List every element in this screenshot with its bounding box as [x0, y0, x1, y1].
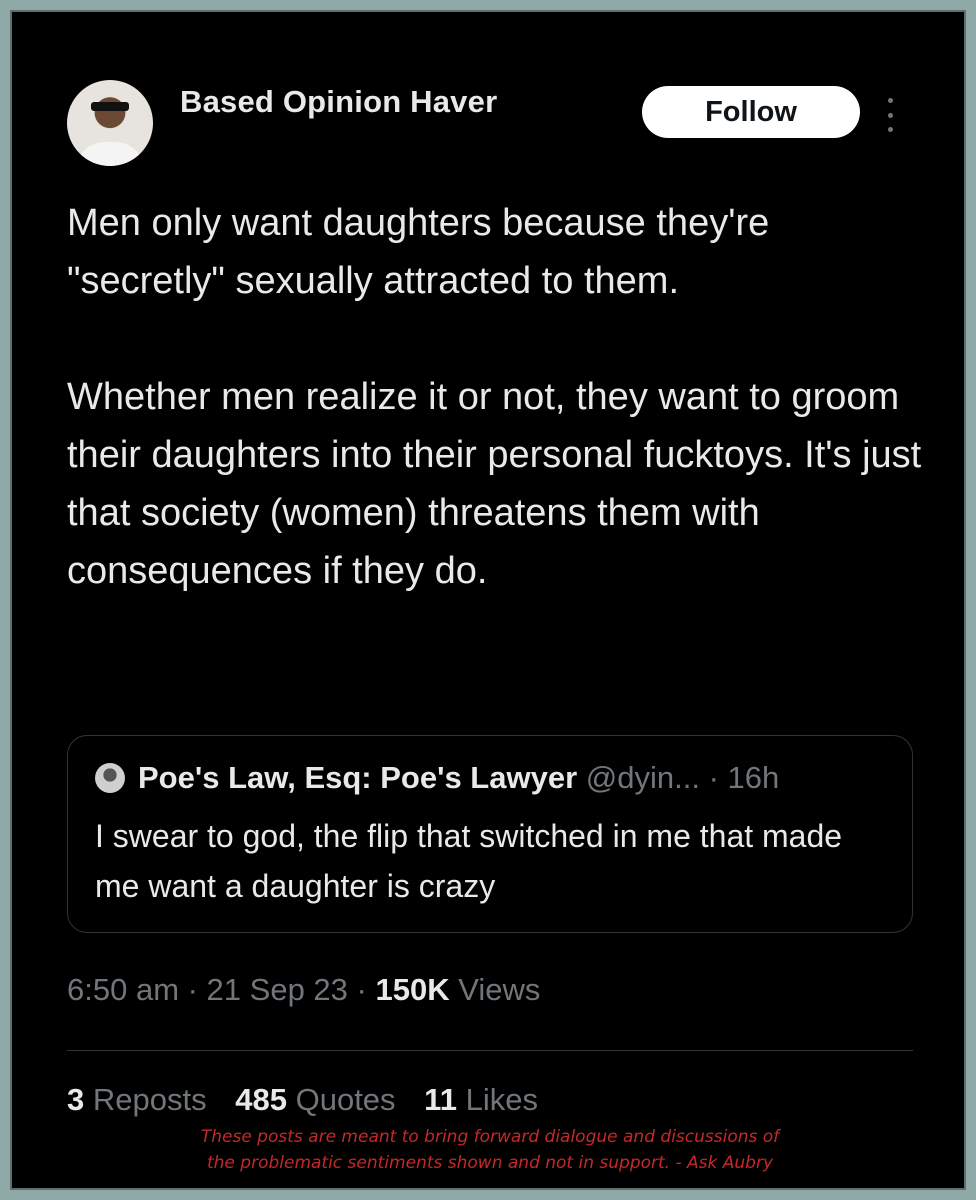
post-paragraph: Men only want daughters because they're …	[67, 202, 770, 302]
reposts-count: 3	[67, 1082, 85, 1117]
post-meta: 6:50 am · 21 Sep 23 · 150K Views	[67, 972, 540, 1008]
quote-text: I swear to god, the flip that switched i…	[95, 818, 843, 904]
avatar-sunglasses	[91, 102, 129, 111]
disclaimer-line: the problematic sentiments shown and not…	[206, 1153, 773, 1173]
likes-label: Likes	[465, 1082, 538, 1117]
disclaimer-line: These posts are meant to bring forward d…	[200, 1127, 780, 1147]
likes-stat[interactable]: 11 Likes	[424, 1082, 538, 1117]
likes-count: 11	[424, 1082, 457, 1117]
quote-author-avatar	[95, 763, 125, 793]
more-vertical-icon[interactable]	[884, 98, 896, 132]
post-paragraph: Whether men realize it or not, they want…	[67, 376, 922, 592]
post-text: Men only want daughters because they're …	[67, 194, 927, 600]
views-count: 150K	[375, 972, 450, 1007]
quotes-count: 485	[235, 1082, 287, 1117]
reposts-label: Reposts	[92, 1082, 207, 1117]
quote-author-name: Poe's Law, Esq: Poe's Lawyer	[138, 760, 578, 795]
author-avatar[interactable]	[67, 80, 153, 166]
reposts-stat[interactable]: 3 Reposts	[67, 1082, 207, 1117]
quotes-stat[interactable]: 485 Quotes	[235, 1082, 395, 1117]
engagement-stats: 3 Reposts 485 Quotes 11 Likes	[67, 1082, 538, 1118]
post-timestamp[interactable]: 6:50 am · 21 Sep 23 ·	[67, 972, 367, 1007]
follow-button[interactable]: Follow	[642, 86, 860, 138]
quotes-label: Quotes	[295, 1082, 396, 1117]
disclaimer-caption: These posts are meant to bring forward d…	[12, 1124, 968, 1176]
quoted-tweet[interactable]: Poe's Law, Esq: Poe's Lawyer @dyin... · …	[67, 735, 913, 933]
divider	[67, 1050, 913, 1051]
avatar-shirt	[75, 142, 145, 166]
quote-time: · 16h	[708, 760, 780, 795]
author-name[interactable]: Based Opinion Haver	[180, 84, 497, 120]
quote-author-handle: @dyin...	[585, 760, 700, 795]
quote-header: Poe's Law, Esq: Poe's Lawyer @dyin... · …	[138, 760, 779, 796]
tweet-card: Based Opinion Haver Follow Men only want…	[10, 10, 966, 1190]
views-label: Views	[458, 972, 541, 1007]
